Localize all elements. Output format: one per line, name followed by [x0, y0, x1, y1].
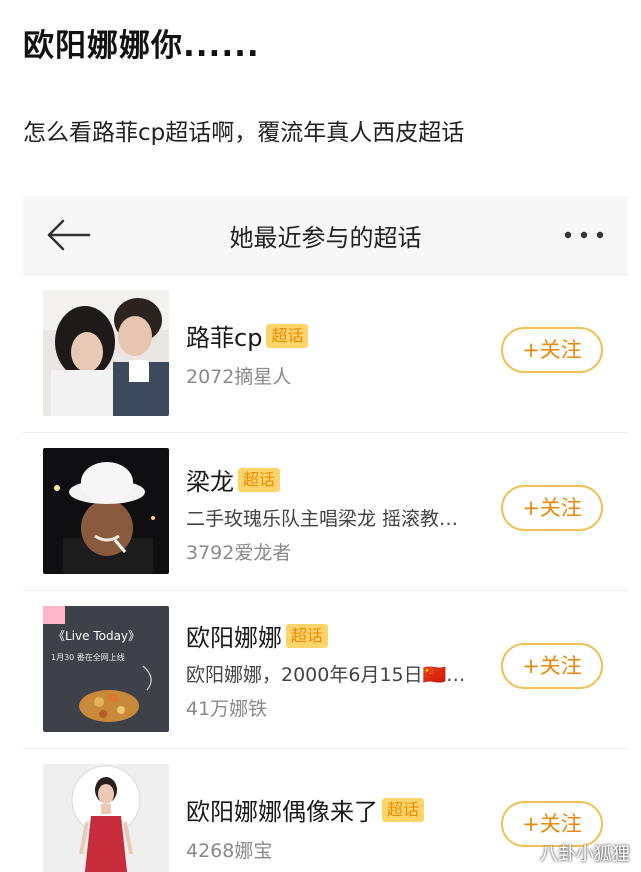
post-text: 怎么看路菲cp超话啊，覆流年真人西皮超话	[23, 120, 465, 146]
poster-title: 《Live Today》	[53, 629, 140, 643]
topic-row-ouyangnana-idol[interactable]: 欧阳娜娜偶像来了 超话 4268娜宝 +关注	[23, 748, 628, 872]
topic-thumbnail: 《Live Today》 1月30 番在全网上线	[43, 606, 169, 732]
topic-description: 二手玫瑰乐队主唱梁龙 摇滚教…	[186, 508, 459, 530]
topic-followers: 3792爱龙者	[186, 542, 292, 564]
man-in-white-hat-photo	[43, 448, 169, 574]
topic-thumbnail	[43, 290, 169, 416]
super-topic-badge: 超话	[286, 623, 329, 648]
poster-date: 1月30 番在全网上线	[51, 652, 125, 662]
topic-name-line: 梁龙 超话	[186, 462, 281, 497]
panel-title: 她最近参与的超话	[229, 224, 422, 252]
panel-header: 她最近参与的超话	[23, 196, 628, 275]
super-topic-badge: 超话	[266, 323, 309, 348]
topic-followers: 41万娜铁	[186, 698, 268, 720]
super-topic-panel: 她最近参与的超话 路菲cp 超话 2072摘星人 +关注 梁龙 超话 二手玫瑰乐…	[23, 196, 628, 872]
topic-name: 欧阳娜娜偶像来了	[186, 798, 378, 826]
topic-row-lufei-cp[interactable]: 路菲cp 超话 2072摘星人 +关注	[23, 274, 628, 433]
topic-name: 梁龙	[186, 468, 234, 496]
topic-row-lianglong[interactable]: 梁龙 超话 二手玫瑰乐队主唱梁龙 摇滚教… 3792爱龙者 +关注	[23, 432, 628, 591]
live-today-poster: 《Live Today》 1月30 番在全网上线	[43, 606, 169, 732]
topic-name-line: 路菲cp 超话	[186, 318, 309, 353]
watermark: 八卦小狐狸	[540, 844, 630, 865]
topic-name: 路菲cp	[186, 324, 263, 352]
topic-thumbnail	[43, 764, 169, 872]
topic-name-line: 欧阳娜娜偶像来了 超话	[186, 792, 425, 827]
topic-thumbnail	[43, 448, 169, 574]
more-dots-icon	[564, 231, 604, 239]
post-title: 欧阳娜娜你......	[23, 28, 260, 64]
super-topic-badge: 超话	[382, 797, 425, 822]
topic-description: 欧阳娜娜，2000年6月15日🇨🇳…	[186, 664, 466, 686]
topic-name: 欧阳娜娜	[186, 624, 282, 652]
couple-photo	[43, 290, 169, 416]
follow-button[interactable]: +关注	[501, 327, 603, 373]
topic-followers: 2072摘星人	[186, 366, 292, 388]
topic-name-line: 欧阳娜娜 超话	[186, 618, 329, 653]
topic-followers: 4268娜宝	[186, 840, 273, 862]
topic-row-ouyangnana[interactable]: 《Live Today》 1月30 番在全网上线 欧阳娜娜 超话 欧阳娜娜，20…	[23, 590, 628, 749]
woman-in-red-dress-photo	[43, 764, 169, 872]
super-topic-badge: 超话	[238, 467, 281, 492]
follow-button[interactable]: +关注	[501, 485, 603, 531]
more-button[interactable]	[561, 220, 607, 250]
follow-button[interactable]: +关注	[501, 643, 603, 689]
